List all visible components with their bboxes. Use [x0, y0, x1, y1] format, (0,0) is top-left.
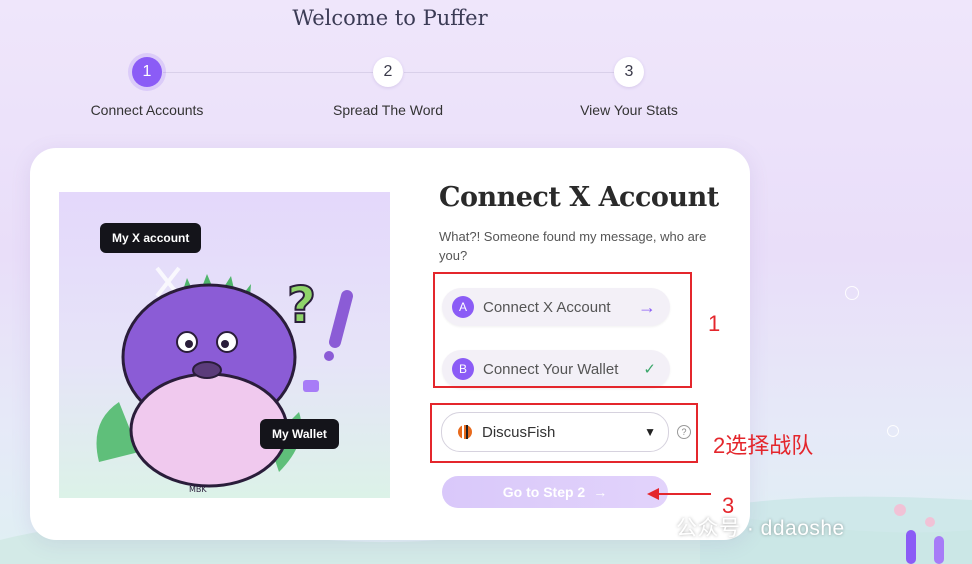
step-1-label: Connect Accounts [90, 102, 204, 118]
bubble-decoration [845, 286, 859, 300]
go-button-label: Go to Step 2 [502, 484, 586, 500]
card-title: Connect X Account [439, 182, 719, 213]
annotation-box-1 [433, 272, 692, 388]
x-account-tooltip: My X account [100, 223, 202, 253]
step-1-indicator[interactable]: 1 [132, 57, 162, 87]
annotation-arrow [647, 488, 711, 500]
arrow-right-icon: → [593, 484, 608, 500]
step-3-indicator[interactable]: 3 [614, 57, 644, 87]
step-3-label: View Your Stats [580, 102, 678, 118]
puffer-illustration: ? MBK My X account My Wallet [59, 192, 390, 498]
bubble-decoration [887, 425, 899, 437]
go-to-step-2-button[interactable]: Go to Step 2 → [442, 476, 668, 508]
annotation-box-2 [430, 403, 698, 463]
card-subtitle: What?! Someone found my message, who are… [439, 229, 707, 263]
annotation-label-2: 2选择战队 [713, 433, 814, 458]
watermark: 公众号 · ddaoshe [676, 517, 845, 540]
page-title: Welcome to Puffer [292, 6, 488, 30]
wallet-icon [303, 380, 319, 392]
wallet-tooltip: My Wallet [260, 419, 339, 449]
step-connector [404, 72, 614, 73]
step-2-indicator[interactable]: 2 [373, 57, 403, 87]
step-connector [163, 72, 373, 73]
svg-text:?: ? [287, 276, 316, 334]
step-2-label: Spread The Word [333, 102, 443, 118]
stepper: 1 Connect Accounts 2 Spread The Word 3 V… [0, 56, 780, 126]
annotation-label-1: 1 [708, 311, 721, 336]
svg-text:MBK: MBK [189, 485, 207, 494]
